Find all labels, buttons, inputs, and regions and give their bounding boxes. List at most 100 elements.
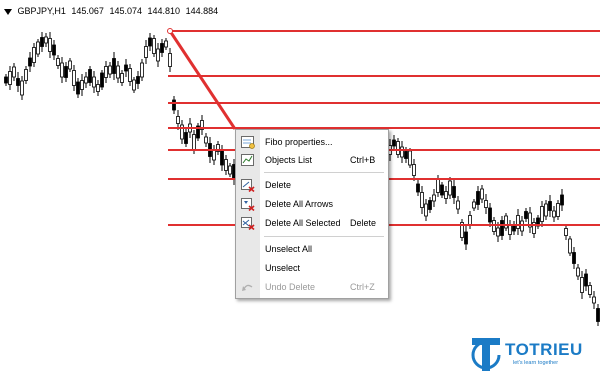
menu-separator	[264, 236, 384, 237]
candle-body	[472, 201, 476, 209]
menu-item-delete-all-selected[interactable]: Delete All Selected Delete	[236, 215, 388, 231]
candle-body	[120, 73, 124, 83]
symbol-timeframe: GBPJPY,H1	[17, 6, 66, 16]
candle-body	[52, 44, 56, 56]
candle-body	[544, 203, 548, 217]
menu-item-label: Unselect All	[265, 244, 313, 254]
candle-body	[596, 308, 600, 322]
candle-body	[88, 69, 92, 83]
candle-body	[136, 76, 140, 84]
candle-body	[456, 200, 460, 210]
candle-body	[392, 139, 396, 147]
candle-body	[32, 47, 36, 63]
candle-body	[104, 66, 108, 78]
candle-body	[496, 227, 500, 237]
candle-body	[160, 43, 164, 53]
candle-body	[444, 191, 448, 199]
candle-body	[432, 194, 436, 202]
candle-body	[552, 210, 556, 218]
candle-body	[156, 48, 160, 62]
menu-item-delete[interactable]: Delete	[236, 177, 388, 193]
candle-body	[44, 36, 48, 44]
candle-body	[420, 192, 424, 208]
menu-item-fibo-properties[interactable]: Fibo properties...	[236, 134, 388, 150]
candle-body	[36, 41, 40, 55]
candle-body	[564, 228, 568, 236]
candle-body	[400, 146, 404, 158]
candle-body	[584, 273, 588, 287]
menu-item-undo-delete[interactable]: Undo Delete Ctrl+Z	[236, 279, 388, 295]
candle-body	[204, 136, 208, 144]
candle-body	[588, 285, 592, 295]
menu-item-unselect[interactable]: Unselect	[236, 260, 388, 276]
candle-body	[148, 37, 152, 47]
candle-body	[192, 134, 196, 150]
menu-item-delete-all-arrows[interactable]: Delete All Arrows	[236, 196, 388, 212]
candle-body	[440, 184, 444, 196]
candle-body	[184, 132, 188, 144]
low-price: 144.810	[147, 6, 181, 16]
fibonacci-trendline[interactable]	[168, 30, 237, 130]
candle-body	[56, 58, 60, 66]
menu-item-unselect-all[interactable]: Unselect All	[236, 241, 388, 257]
candle-body	[40, 37, 44, 47]
candle-body	[224, 159, 228, 171]
candle-body	[592, 296, 596, 304]
menu-separator	[264, 172, 384, 173]
dropdown-triangle-icon	[4, 8, 12, 15]
menu-item-shortcut: Ctrl+Z	[350, 282, 375, 292]
candle-body	[580, 277, 584, 293]
candle-body	[516, 215, 520, 229]
candle-body	[28, 57, 32, 67]
candle-body	[68, 60, 72, 70]
undo-icon	[236, 279, 260, 295]
candle-body	[12, 66, 16, 78]
candle-body	[220, 150, 224, 166]
candle-body	[500, 220, 504, 236]
menu-item-label: Unselect	[265, 263, 301, 273]
menu-item-shortcut: Delete	[350, 218, 377, 228]
menu-item-label: Undo Delete	[265, 282, 316, 292]
candle-body	[548, 201, 552, 211]
menu-item-shortcut: Ctrl+B	[350, 155, 376, 165]
delete-selected-icon	[236, 215, 260, 231]
candle-body	[524, 211, 528, 219]
candle-body	[540, 206, 544, 222]
candle-body	[76, 81, 80, 95]
menu-item-objects-list[interactable]: Objects List Ctrl+B	[236, 152, 388, 168]
candle-body	[488, 207, 492, 223]
menu-item-label: Objects List	[265, 155, 313, 165]
candle-body	[416, 183, 420, 193]
watermark-brand: TOTRIEU	[505, 340, 583, 359]
candle-body	[96, 84, 100, 92]
open-price: 145.067	[71, 6, 104, 16]
candle-body	[60, 62, 64, 78]
fibonacci-anchor-top[interactable]	[167, 28, 173, 34]
symbol-header: GBPJPY,H1 145.067 145.074 144.810 144.88…	[4, 6, 221, 16]
candle-body	[124, 64, 128, 72]
candle-body	[480, 188, 484, 200]
candle-body	[92, 76, 96, 88]
candle-body	[108, 65, 112, 75]
candle-body	[112, 58, 116, 74]
watermark-tagline: let's learn together	[513, 360, 559, 366]
candle-body	[576, 267, 580, 277]
candle-body	[20, 80, 24, 96]
candle-body	[468, 215, 472, 225]
candle-body	[452, 186, 456, 198]
delete-arrows-icon	[236, 196, 260, 212]
candle-body	[164, 40, 168, 48]
candle-body	[436, 179, 440, 193]
candle-body	[84, 76, 88, 84]
candle-body	[144, 46, 148, 58]
candle-body	[212, 149, 216, 161]
candle-body	[172, 99, 176, 111]
menu-item-label: Delete All Selected	[265, 218, 341, 228]
candle-body	[128, 68, 132, 82]
menu-item-label: Delete	[265, 180, 292, 190]
high-price: 145.074	[109, 6, 142, 16]
candle-body	[404, 151, 408, 159]
candle-body	[80, 80, 84, 90]
close-price: 144.884	[185, 6, 219, 16]
candle-body	[568, 238, 572, 254]
